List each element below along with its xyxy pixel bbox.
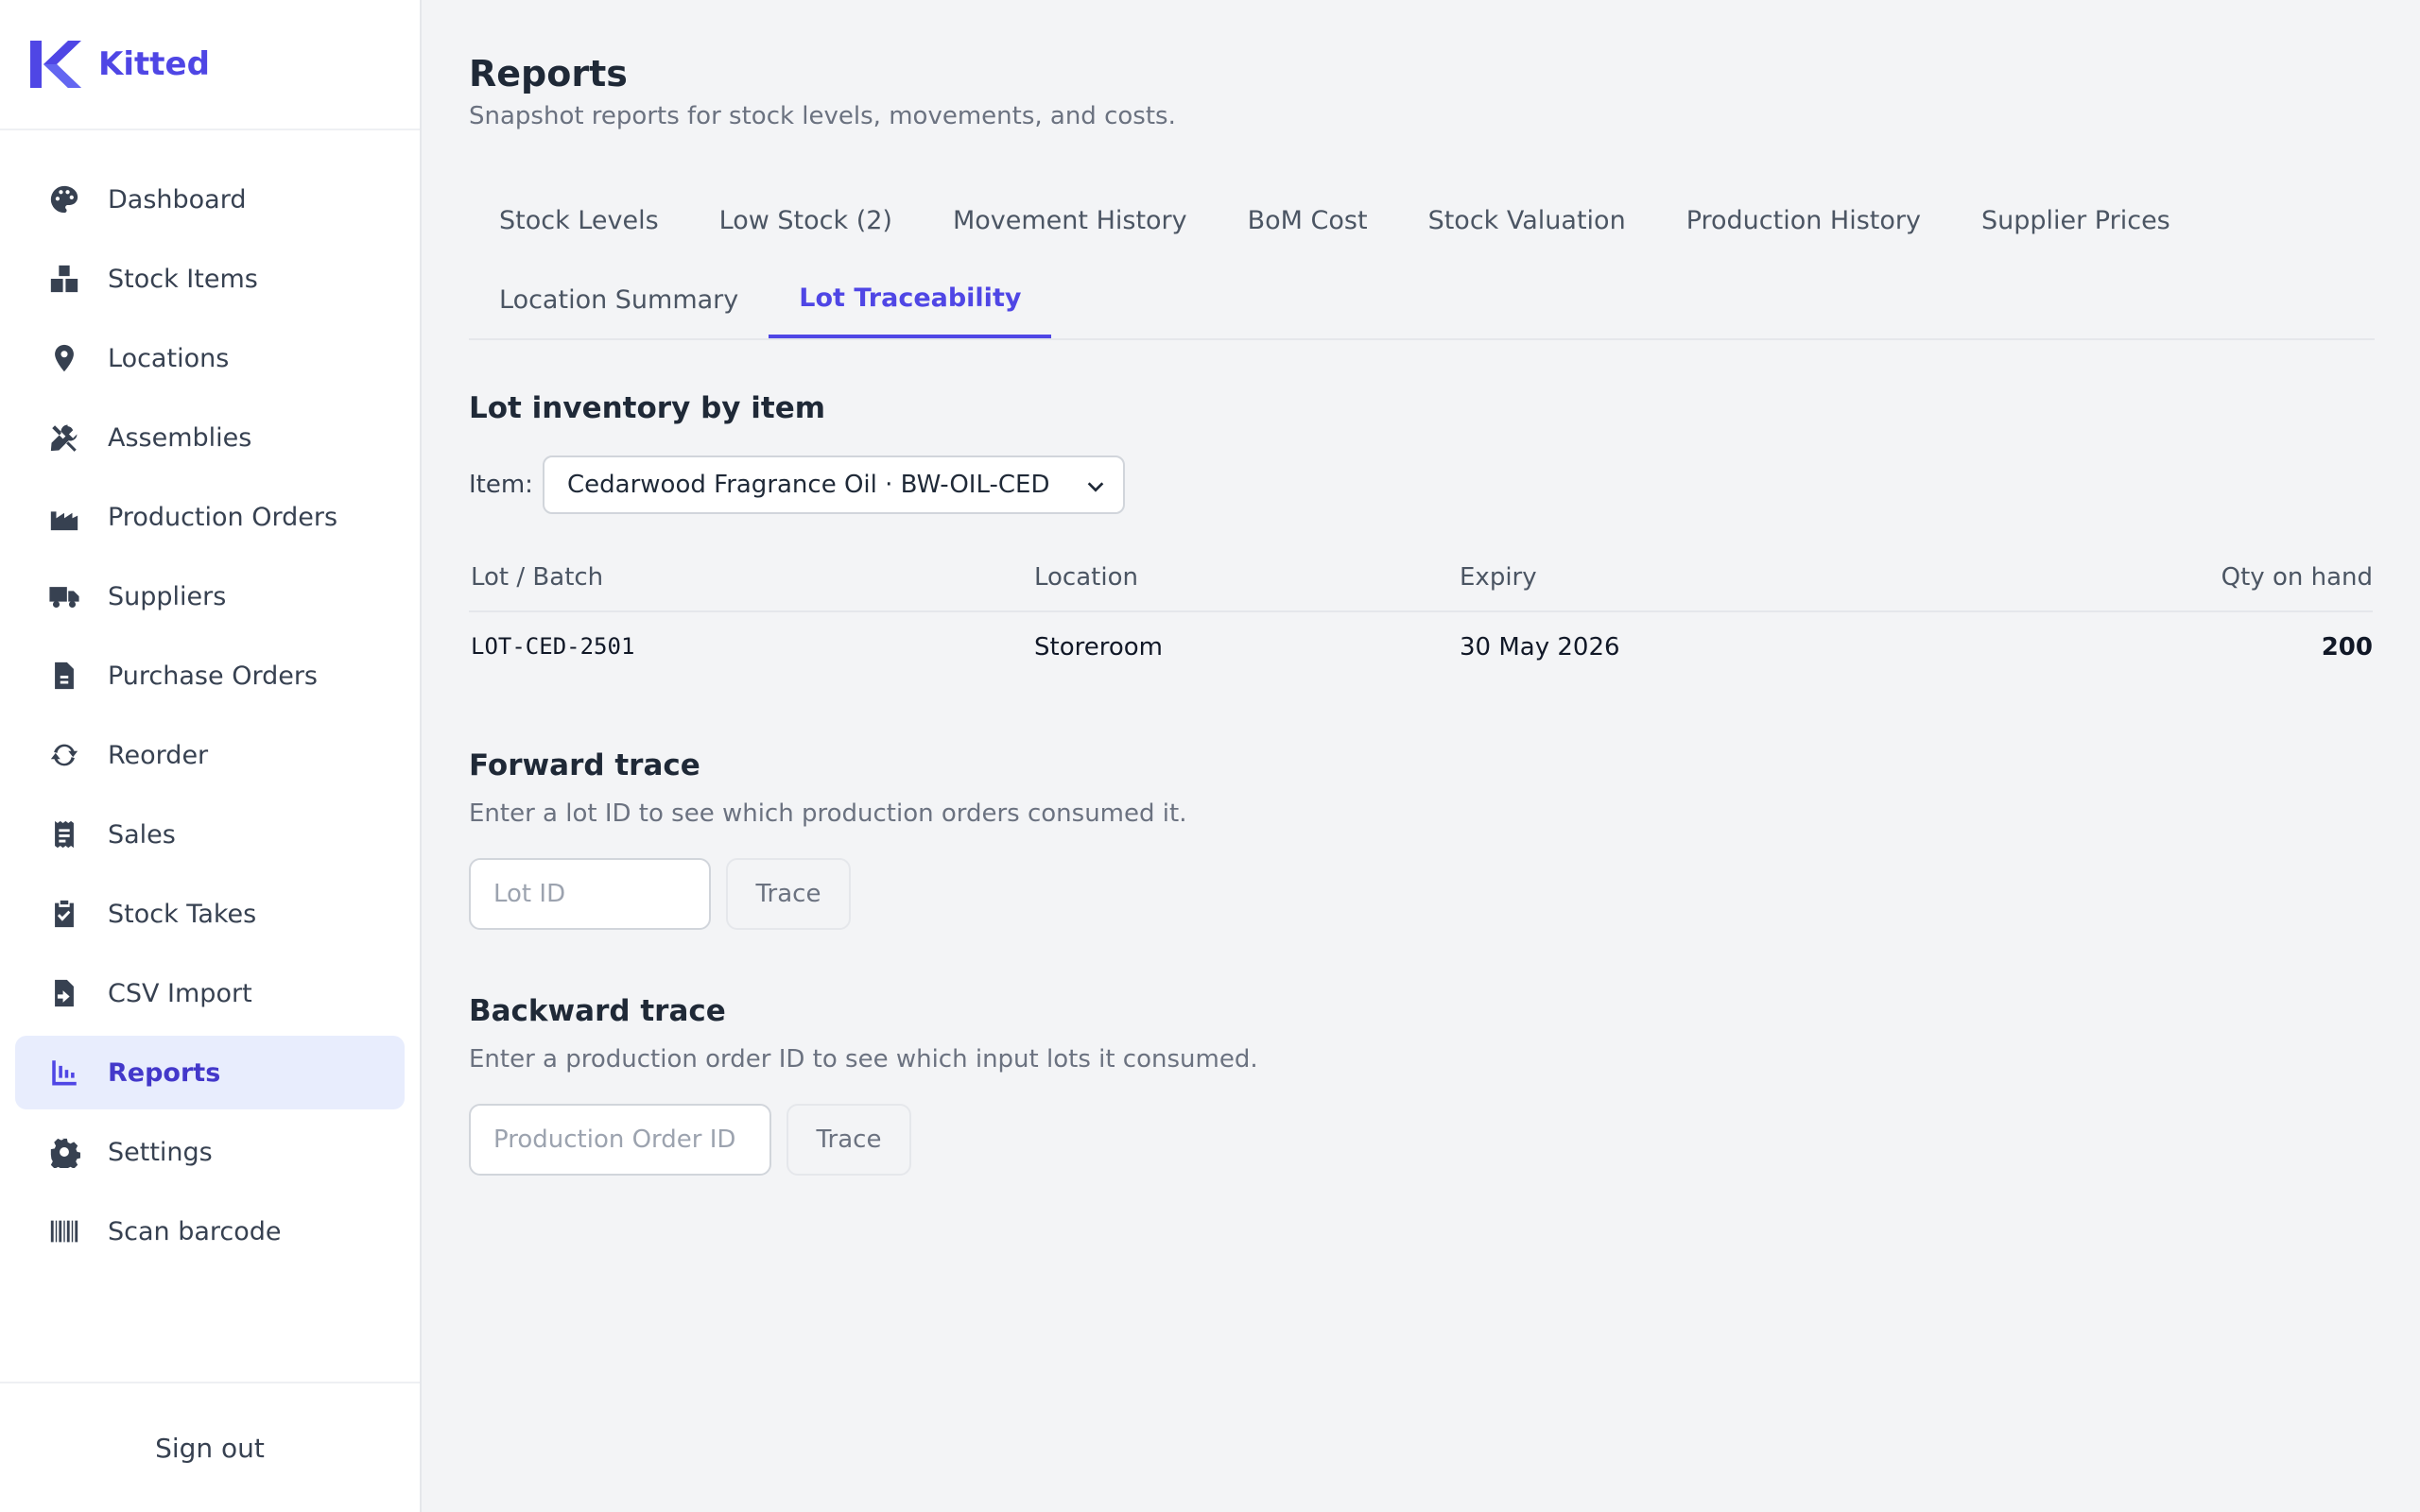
sidebar-item-label: Sales	[108, 819, 176, 850]
sidebar-item-stock-items[interactable]: Stock Items	[15, 242, 405, 316]
sidebar-item-sales[interactable]: Sales	[15, 798, 405, 871]
chevron-down-icon	[1087, 482, 1104, 492]
tab-lot-traceability[interactable]: Lot Traceability	[769, 261, 1052, 338]
clipboard-check-icon	[47, 897, 81, 931]
sidebar-footer: Sign out	[0, 1382, 420, 1512]
sidebar: Kitted Dashboard Stock Items Locations A…	[0, 0, 422, 1512]
cell-lot: LOT-CED-2501	[471, 633, 635, 660]
map-pin-icon	[47, 341, 81, 375]
tab-low-stock[interactable]: Low Stock (2)	[689, 181, 923, 259]
sidebar-item-label: Production Orders	[108, 502, 338, 532]
page-subtitle: Snapshot reports for stock levels, movem…	[469, 102, 1176, 130]
cell-expiry: 30 May 2026	[1460, 633, 1620, 662]
production-order-id-placeholder: Production Order ID	[493, 1125, 736, 1154]
sidebar-item-label: Reorder	[108, 740, 209, 770]
sidebar-item-stock-takes[interactable]: Stock Takes	[15, 877, 405, 951]
sidebar-item-label: Suppliers	[108, 581, 227, 611]
page-title: Reports	[469, 53, 628, 94]
sidebar-item-purchase-orders[interactable]: Purchase Orders	[15, 639, 405, 713]
table-header: Lot / Batch Location Expiry Qty on hand	[469, 548, 2373, 612]
lot-id-placeholder: Lot ID	[493, 880, 566, 908]
backward-trace-title: Backward trace	[469, 994, 726, 1028]
sidebar-item-label: Assemblies	[108, 422, 252, 453]
sidebar-item-assemblies[interactable]: Assemblies	[15, 401, 405, 474]
receipt-icon	[47, 817, 81, 851]
sidebar-item-production-orders[interactable]: Production Orders	[15, 480, 405, 554]
sidebar-item-settings[interactable]: Settings	[15, 1115, 405, 1189]
tab-location-summary[interactable]: Location Summary	[469, 261, 769, 338]
tools-icon	[47, 421, 81, 455]
column-header-qty: Qty on hand	[2221, 563, 2373, 592]
file-import-icon	[47, 976, 81, 1010]
sidebar-item-label: Scan barcode	[108, 1216, 282, 1246]
tab-stock-levels[interactable]: Stock Levels	[469, 181, 689, 259]
sidebar-item-reorder[interactable]: Reorder	[15, 718, 405, 792]
chart-icon	[47, 1056, 81, 1090]
column-header-lot: Lot / Batch	[471, 563, 604, 592]
sidebar-item-dashboard[interactable]: Dashboard	[15, 163, 405, 236]
factory-icon	[47, 500, 81, 534]
sidebar-item-label: Settings	[108, 1137, 213, 1167]
gear-icon	[47, 1135, 81, 1169]
tab-supplier-prices[interactable]: Supplier Prices	[1951, 181, 2201, 259]
sidebar-item-csv-import[interactable]: CSV Import	[15, 956, 405, 1030]
sidebar-item-label: Locations	[108, 343, 230, 373]
brand-name: Kitted	[98, 45, 210, 83]
item-label: Item:	[469, 471, 533, 499]
backward-trace-description: Enter a production order ID to see which…	[469, 1045, 1258, 1074]
sign-out-button[interactable]: Sign out	[155, 1433, 265, 1464]
lot-id-input[interactable]: Lot ID	[469, 858, 711, 930]
sidebar-item-label: Dashboard	[108, 184, 247, 215]
sidebar-item-locations[interactable]: Locations	[15, 321, 405, 395]
sidebar-item-label: Reports	[108, 1057, 221, 1088]
tab-production-history[interactable]: Production History	[1656, 181, 1951, 259]
refresh-icon	[47, 738, 81, 772]
kitted-logo-icon	[30, 41, 81, 88]
forward-trace-button[interactable]: Trace	[726, 858, 851, 930]
forward-trace-title: Forward trace	[469, 748, 700, 782]
forward-trace-description: Enter a lot ID to see which production o…	[469, 799, 1187, 828]
brand[interactable]: Kitted	[0, 0, 420, 130]
report-tabs: Stock Levels Low Stock (2) Movement Hist…	[469, 181, 2375, 340]
column-header-expiry: Expiry	[1460, 563, 1537, 592]
sidebar-item-label: Purchase Orders	[108, 661, 318, 691]
sidebar-item-scan-barcode[interactable]: Scan barcode	[15, 1194, 405, 1268]
production-order-id-input[interactable]: Production Order ID	[469, 1104, 771, 1176]
palette-icon	[47, 182, 81, 216]
sidebar-item-suppliers[interactable]: Suppliers	[15, 559, 405, 633]
sidebar-item-label: CSV Import	[108, 978, 252, 1008]
tab-row-2: Location Summary Lot Traceability	[469, 261, 1052, 338]
boxes-icon	[47, 262, 81, 296]
cell-location: Storeroom	[1034, 633, 1163, 662]
column-header-location: Location	[1034, 563, 1138, 592]
backward-trace-button[interactable]: Trace	[786, 1104, 911, 1176]
item-select-value: Cedarwood Fragrance Oil · BW-OIL-CED	[567, 471, 1050, 499]
tab-row-1: Stock Levels Low Stock (2) Movement Hist…	[469, 181, 2201, 259]
truck-icon	[47, 579, 81, 613]
sidebar-item-label: Stock Items	[108, 264, 258, 294]
barcode-icon	[47, 1214, 81, 1248]
sidebar-item-reports[interactable]: Reports	[15, 1036, 405, 1109]
cell-qty: 200	[2321, 633, 2373, 662]
tab-stock-valuation[interactable]: Stock Valuation	[1398, 181, 1656, 259]
lot-inventory-table: Lot / Batch Location Expiry Qty on hand …	[469, 548, 2373, 684]
tab-bom-cost[interactable]: BoM Cost	[1218, 181, 1398, 259]
lot-inventory-title: Lot inventory by item	[469, 391, 826, 425]
tab-movement-history[interactable]: Movement History	[923, 181, 1218, 259]
item-select[interactable]: Cedarwood Fragrance Oil · BW-OIL-CED	[543, 455, 1125, 514]
table-row: LOT-CED-2501 Storeroom 30 May 2026 200	[469, 612, 2373, 684]
sidebar-item-label: Stock Takes	[108, 899, 257, 929]
sidebar-nav: Dashboard Stock Items Locations Assembli…	[0, 130, 420, 1268]
document-icon	[47, 659, 81, 693]
